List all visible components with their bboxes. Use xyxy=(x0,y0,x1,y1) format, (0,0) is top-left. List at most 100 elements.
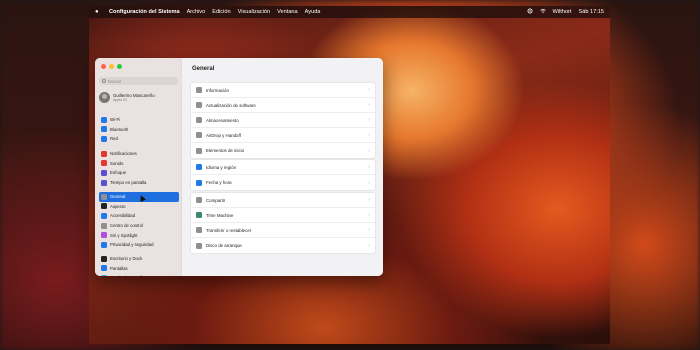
settings-row-label: Disco de arranque xyxy=(206,243,242,248)
time-machine-icon xyxy=(196,212,202,218)
sidebar-item-privacidad-y-seguridad[interactable]: Privacidad y seguridad xyxy=(99,240,179,250)
sidebar-item-pantallas[interactable]: Pantallas xyxy=(99,264,179,274)
moon-icon xyxy=(101,169,107,176)
sidebar-item-label: Sonido xyxy=(110,160,124,166)
chevron-right-icon: › xyxy=(368,242,370,249)
info-icon xyxy=(196,87,202,93)
window-controls xyxy=(101,64,125,69)
siri-icon xyxy=(101,232,107,239)
sidebar-item-escritorio-y-dock[interactable]: Escritorio y Dock xyxy=(99,254,179,264)
system-settings-window: Buscar Guillermo Mascareño Apple ID Wi-F… xyxy=(95,58,383,276)
settings-card-system: Información › Actualización de software › Al… xyxy=(190,82,376,159)
sidebar-item-centro-de-control[interactable]: Centro de control xyxy=(99,221,179,231)
sidebar-item-label: Wi-Fi xyxy=(110,117,121,123)
sidebar-item-label: Notificaciones xyxy=(110,151,137,157)
settings-row-almacenamiento[interactable]: Almacenamiento › xyxy=(191,113,375,128)
sidebar-item-label: Privacidad y seguridad xyxy=(110,242,154,248)
app-menu-title[interactable]: Configuración del Sistema xyxy=(109,9,180,15)
settings-row-elementos-de-inicio[interactable]: Elementos de inicio › xyxy=(191,143,375,158)
sidebar-item-accesibilidad[interactable]: Accesibilidad xyxy=(99,211,179,221)
settings-row-informacion[interactable]: Información › xyxy=(191,83,375,98)
chevron-right-icon: › xyxy=(368,212,370,218)
gear-badge-icon xyxy=(196,102,202,108)
apple-menu-icon[interactable]: ● xyxy=(95,9,103,15)
hand-icon xyxy=(101,241,107,248)
sidebar-group-network: Wi-Fi Bluetooth Red xyxy=(99,115,179,144)
user-menu[interactable]: Wilthort xyxy=(553,9,572,15)
main-pane: General Información › Actualización de sof… xyxy=(182,58,383,276)
chevron-right-icon: › xyxy=(368,227,370,233)
sidebar-item-red[interactable]: Red xyxy=(99,134,179,144)
settings-row-idioma-y-region[interactable]: Idioma y región › xyxy=(191,160,375,175)
calendar-icon xyxy=(196,179,202,186)
sidebar-item-fondo-de-pantalla[interactable]: Fondo de pantalla xyxy=(99,273,179,276)
bluetooth-icon xyxy=(101,126,107,133)
sidebar-item-label: Red xyxy=(110,136,118,142)
sidebar-item-bluetooth[interactable]: Bluetooth xyxy=(99,125,179,135)
sidebar-group-notifications: Notificaciones Sonido Enfoque Tiempo en pan… xyxy=(99,149,179,187)
settings-row-fecha-y-hora[interactable]: Fecha y hora › xyxy=(191,175,375,190)
settings-row-label: Time Machine xyxy=(206,212,234,218)
sidebar-item-label: Pantallas xyxy=(110,265,128,271)
control-center-icon xyxy=(101,222,107,229)
settings-row-label: Actualización de software xyxy=(206,102,256,108)
menu-edicion[interactable]: Edición xyxy=(212,9,230,15)
sidebar-item-siri-y-spotlight[interactable]: Siri y Spotlight xyxy=(99,230,179,240)
sidebar-group-desktop: Escritorio y Dock Pantallas Fondo de panta… xyxy=(99,254,179,276)
sidebar-item-label: Accesibilidad xyxy=(110,213,136,219)
sidebar-item-label: Escritorio y Dock xyxy=(110,256,143,262)
page-title: General xyxy=(192,66,215,72)
control-center-menu-icon[interactable] xyxy=(527,8,533,16)
user-subtitle: Apple ID xyxy=(113,98,127,102)
apple-id-account[interactable]: Guillermo Mascareño Apple ID xyxy=(99,92,155,103)
chevron-right-icon: › xyxy=(368,132,370,138)
storage-icon xyxy=(196,117,202,123)
appearance-icon xyxy=(101,203,107,210)
settings-row-disco-de-arranque[interactable]: Disco de arranque › xyxy=(191,238,375,253)
sidebar-item-label: Tiempo en pantalla xyxy=(110,180,147,186)
minimize-button[interactable] xyxy=(109,64,114,69)
search-icon xyxy=(102,79,106,83)
disk-icon xyxy=(196,242,202,249)
settings-row-label: Idioma y región xyxy=(206,164,237,170)
chevron-right-icon: › xyxy=(368,197,370,203)
display-icon xyxy=(101,265,107,272)
gear-icon xyxy=(101,193,107,200)
zoom-button[interactable] xyxy=(117,64,122,69)
sidebar-item-aspecto[interactable]: Aspecto xyxy=(99,202,179,212)
sidebar-item-label: Enfoque xyxy=(110,170,127,176)
sidebar-item-notificaciones[interactable]: Notificaciones xyxy=(99,149,179,159)
settings-row-time-machine[interactable]: Time Machine › xyxy=(191,208,375,223)
search-placeholder: Buscar xyxy=(108,78,122,84)
settings-row-label: Transferir o restablecer xyxy=(206,227,252,233)
network-icon xyxy=(101,135,107,142)
search-field[interactable]: Buscar xyxy=(99,77,178,85)
menu-ventana[interactable]: Ventana xyxy=(277,9,298,15)
settings-row-transferir-o-restablecer[interactable]: Transferir o restablecer › xyxy=(191,223,375,238)
sidebar: Buscar Guillermo Mascareño Apple ID Wi-F… xyxy=(95,58,182,276)
menu-archivo[interactable]: Archivo xyxy=(187,9,206,15)
reset-icon xyxy=(196,227,202,233)
sidebar-item-label: Bluetooth xyxy=(110,126,129,132)
chevron-right-icon: › xyxy=(368,102,370,108)
sidebar-item-enfoque[interactable]: Enfoque xyxy=(99,168,179,178)
clock[interactable]: Sáb 17:15 xyxy=(578,9,604,15)
menu-bar-status: Wilthort Sáb 17:15 xyxy=(520,8,604,16)
menu-ayuda[interactable]: Ayuda xyxy=(305,9,321,15)
settings-card-maintenance: Compartir › Time Machine › Transferir o rest… xyxy=(190,192,376,254)
close-button[interactable] xyxy=(101,64,106,69)
sidebar-item-sonido[interactable]: Sonido xyxy=(99,159,179,169)
sidebar-item-wi-fi[interactable]: Wi-Fi xyxy=(99,115,179,125)
avatar xyxy=(99,92,110,103)
wallpaper-icon xyxy=(101,274,107,276)
bell-icon xyxy=(101,150,107,157)
globe-icon xyxy=(196,164,202,170)
sidebar-item-tiempo-en-pantalla[interactable]: Tiempo en pantalla xyxy=(99,178,179,188)
settings-row-label: Elementos de inicio xyxy=(206,148,245,153)
settings-row-actualizacion-de-software[interactable]: Actualización de software › xyxy=(191,98,375,113)
settings-row-compartir[interactable]: Compartir › xyxy=(191,193,375,208)
menu-visualizacion[interactable]: Visualización xyxy=(238,9,271,15)
settings-row-airdrop-y-handoff[interactable]: AirDrop y Handoff › xyxy=(191,128,375,143)
settings-row-label: Fecha y hora xyxy=(206,180,232,185)
wifi-menu-icon[interactable] xyxy=(539,8,546,16)
